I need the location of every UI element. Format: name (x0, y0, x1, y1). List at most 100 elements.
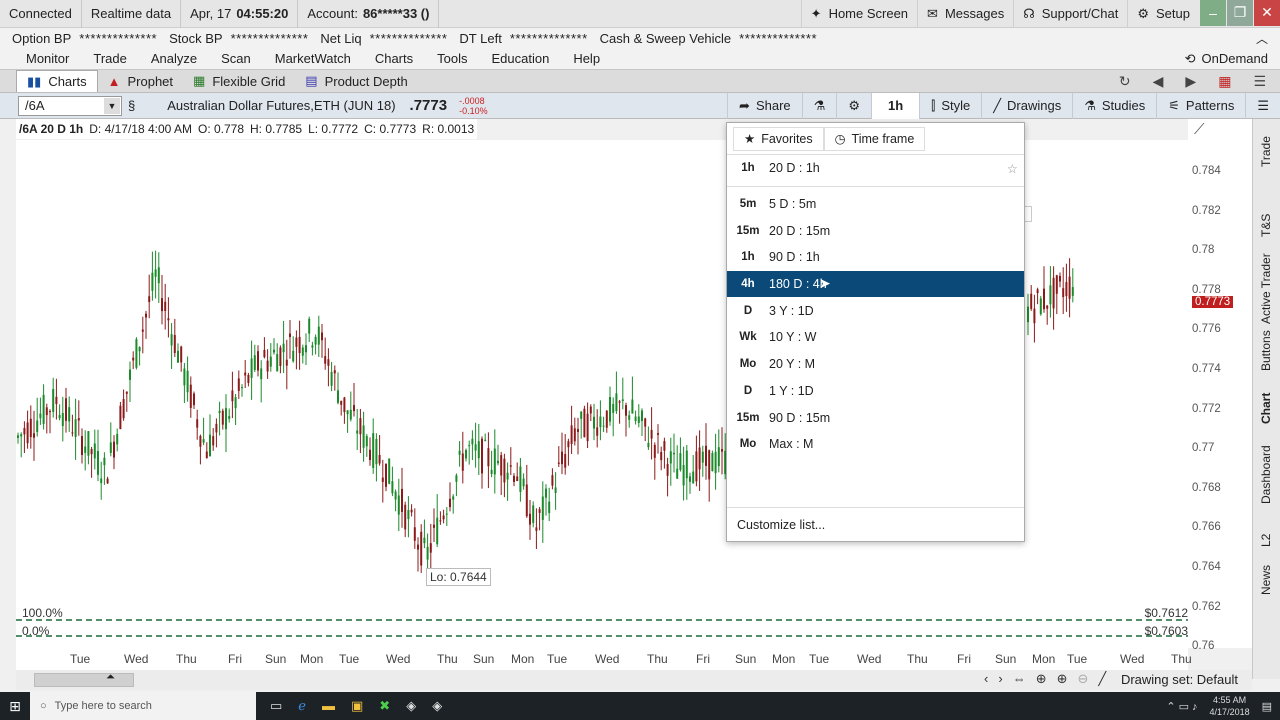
candle-body (87, 431, 90, 456)
windows-start-icon[interactable]: ⊞ (0, 698, 30, 715)
tab-favorites[interactable]: ★ Favorites (733, 126, 824, 151)
fit-icon[interactable]: ⇔ (1013, 671, 1026, 687)
flask-button[interactable]: ⚗ (801, 92, 837, 119)
studies-button[interactable]: ⚗ Studies (1072, 92, 1156, 119)
tab-prophet[interactable]: ▲ Prophet (98, 70, 183, 92)
share-button[interactable]: ➦ Share (727, 92, 802, 119)
tf-item[interactable]: Wk 10 Y : W (727, 324, 1024, 351)
tab-charts[interactable]: ▮▮ Charts (16, 70, 98, 92)
menu-education[interactable]: Education (479, 51, 561, 66)
drawing-set-selector[interactable]: Drawing set: Default (1121, 672, 1238, 687)
tf-item[interactable]: D 3 Y : 1D (727, 297, 1024, 324)
link-icon[interactable]: § (128, 98, 135, 113)
timeframe-button[interactable]: 1h (870, 92, 920, 119)
tf-item[interactable]: 15m 20 D : 15m (727, 217, 1024, 244)
tf-item[interactable]: 5m 5 D : 5m (727, 191, 1024, 218)
side-tab-l2[interactable]: L2 (1259, 534, 1273, 547)
patterns-button[interactable]: ⚟ Patterns (1156, 92, 1245, 119)
thinkorswim-icon[interactable]: ✖ (379, 698, 390, 714)
notifications-icon[interactable]: ▤ (1262, 700, 1272, 713)
menu-marketwatch[interactable]: MarketWatch (263, 51, 363, 66)
candle-body (586, 413, 589, 442)
scroll-thumb[interactable] (34, 673, 134, 687)
candle-body (359, 418, 362, 435)
side-tab-trade[interactable]: Trade (1259, 136, 1273, 167)
tf-item[interactable]: 1h 90 D : 1h (727, 244, 1024, 271)
customize-list-link[interactable]: Customize list... (727, 507, 1024, 541)
side-tab-active-trader[interactable]: Active Trader (1259, 253, 1273, 324)
crosshair-icon[interactable]: ⊕ (1036, 671, 1047, 687)
candle-body (183, 368, 186, 386)
tf-item[interactable]: 15m 90 D : 15m (727, 404, 1024, 431)
menu-tools[interactable]: Tools (425, 51, 479, 66)
account-selector[interactable]: Account: 86*****33 () (298, 0, 440, 28)
style-button[interactable]: ⫿ Style (919, 92, 981, 119)
symbol-input[interactable]: /6A ▼ (18, 95, 122, 116)
setup-button[interactable]: ⚙ Setup (1127, 0, 1199, 28)
time-tick: Mon (511, 652, 535, 666)
menu-charts[interactable]: Charts (363, 51, 425, 66)
time-tick: Wed (1120, 652, 1145, 666)
connection-status: Connected (0, 0, 82, 28)
price-axis[interactable]: ⟋ 0.784 0.782 0.78 0.778 0.776 0.774 0.772 0.77… (1188, 119, 1252, 652)
drawings-button[interactable]: ╱ Drawings (981, 92, 1072, 119)
tf-item[interactable]: Mo 20 Y : M (727, 351, 1024, 378)
tab-product-depth[interactable]: ▤ Product Depth (295, 70, 417, 92)
menu-trade[interactable]: Trade (81, 51, 138, 66)
chevron-down-icon[interactable]: ▼ (104, 97, 120, 114)
taskbar-search-input[interactable]: ○ Type here to search (30, 692, 256, 720)
minimize-button[interactable]: – (1200, 0, 1226, 26)
scroll-left-icon[interactable]: ‹ (984, 671, 988, 687)
chevron-up-icon[interactable]: ︿ (1244, 30, 1280, 47)
tf-item[interactable]: 4h 180 D : 4h ➤ (727, 270, 1024, 298)
candle-body (609, 397, 611, 422)
settings-button[interactable]: ⚙ (836, 92, 871, 119)
menu-icon[interactable]: ☰ (1253, 73, 1266, 90)
side-tab-news[interactable]: News (1259, 565, 1273, 595)
scroll-right-icon[interactable]: › (998, 671, 1002, 687)
support-chat-button[interactable]: ☊ Support/Chat (1013, 0, 1127, 28)
refresh-icon[interactable]: ↻ (1119, 73, 1131, 90)
tray-icons[interactable]: ⌃ ▭ ♪ (1166, 700, 1197, 713)
app-icon[interactable]: ◈ (406, 698, 416, 714)
edge-icon[interactable]: ℯ (298, 698, 306, 714)
price-tick: 0.762 (1192, 600, 1221, 613)
side-tab-chart[interactable]: Chart (1259, 393, 1273, 424)
tf-item[interactable]: D 1 Y : 1D (727, 378, 1024, 405)
side-tab-dashboard[interactable]: Dashboard (1259, 445, 1273, 504)
arrow-left-icon[interactable]: ◀ (1153, 73, 1164, 90)
zoom-in-icon[interactable]: ⊕ (1057, 671, 1068, 687)
home-screen-button[interactable]: ✦ Home Screen (800, 0, 917, 28)
toolbar-menu-button[interactable]: ☰ (1245, 92, 1280, 119)
menu-monitor[interactable]: Monitor (0, 51, 81, 66)
menu-scan[interactable]: Scan (209, 51, 263, 66)
tab-time-frame[interactable]: ◷ Time frame (823, 126, 926, 151)
ondemand-button[interactable]: ⟲ OnDemand (1185, 51, 1280, 67)
expand-handle-icon[interactable]: ⏶ (106, 671, 115, 684)
tf-current-item[interactable]: 1h 20 D : 1h ☆ (727, 155, 1024, 182)
data-mode[interactable]: Realtime data (82, 0, 182, 28)
store-icon[interactable]: ▣ (351, 698, 363, 714)
menu-analyze[interactable]: Analyze (139, 51, 209, 66)
maximize-button[interactable]: ❐ (1227, 0, 1253, 26)
candle-body (218, 410, 221, 414)
zoom-out-icon[interactable]: ⊖ (1078, 671, 1089, 687)
app-icon-2[interactable]: ◈ (432, 698, 442, 714)
layout-icon[interactable]: ▦ (1218, 73, 1231, 90)
tab-flexible-grid[interactable]: ▦ Flexible Grid (183, 70, 295, 92)
menu-help[interactable]: Help (561, 51, 612, 66)
arrow-right-icon[interactable]: ▶ (1185, 73, 1196, 90)
tf-item[interactable]: Mo Max : M (727, 431, 1024, 458)
favorite-star-icon[interactable]: ☆ (1007, 161, 1018, 176)
chart-scrollbar[interactable]: ⏶ ‹ › ⇔ ⊕ ⊕ ⊖ ╱ Drawing set: Default (16, 670, 1252, 690)
taskbar-clock[interactable]: 4:55 AM 4/17/2018 (1210, 694, 1250, 718)
messages-button[interactable]: ✉ Messages (917, 0, 1013, 28)
side-tab-t-s[interactable]: T&S (1259, 214, 1273, 237)
close-button[interactable]: ✕ (1254, 0, 1280, 26)
folder-icon[interactable]: ▬ (322, 698, 335, 714)
candle-body (452, 496, 455, 500)
draw-line-icon[interactable]: ╱ (1098, 671, 1106, 687)
task-view-icon[interactable]: ▭ (270, 698, 282, 714)
side-tab-buttons[interactable]: Buttons (1259, 330, 1273, 371)
draw-tool-icon[interactable]: ⟋ (1194, 121, 1205, 138)
